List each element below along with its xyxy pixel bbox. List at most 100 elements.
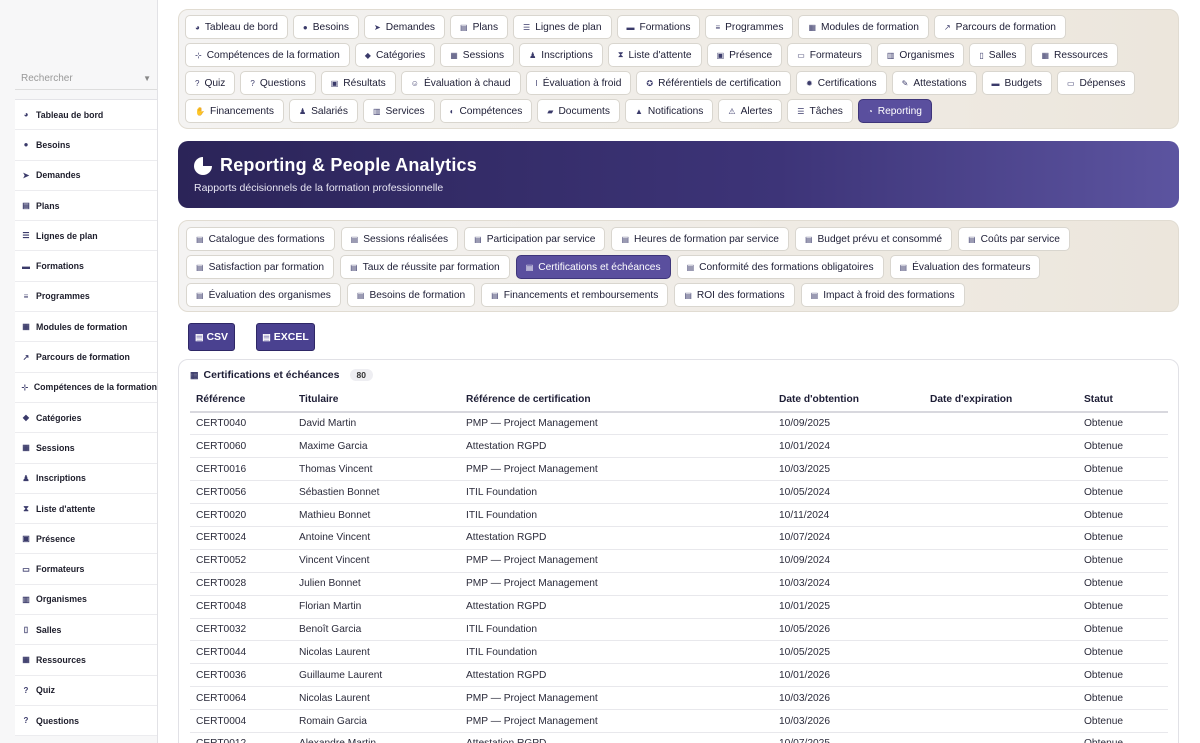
sidebar-item-organismes[interactable]: ▥ Organismes — [15, 585, 157, 616]
table-row[interactable]: CERT0044 Nicolas Laurent ITIL Foundation 10… — [190, 640, 1168, 665]
nav-item-salles[interactable]: ▯ Salles — [969, 43, 1027, 67]
nav-item-ressources[interactable]: ▦ Ressources — [1031, 43, 1118, 67]
table-row[interactable]: CERT0016 Thomas Vincent PMP — Project Mana… — [190, 457, 1168, 482]
report-tab-financements-et-remboursements[interactable]: ▤ Financements et remboursements — [481, 283, 669, 307]
sidebar-item-plans[interactable]: ▤ Plans — [15, 191, 157, 222]
sidebar-item-modules-de-formation[interactable]: ▦ Modules de formation — [15, 312, 157, 343]
sidebar-item-inscriptions[interactable]: ♟ Inscriptions — [15, 464, 157, 494]
column-header-reference[interactable]: Référence — [190, 388, 293, 413]
column-header-statut[interactable]: Statut — [1078, 388, 1168, 413]
sidebar-item-liste-d-attente[interactable]: ⧗ Liste d'attente — [15, 494, 157, 525]
column-header-reference-de-certification[interactable]: Référence de certification — [460, 388, 773, 413]
column-header-date-d-expiration[interactable]: Date d'expiration — [924, 388, 1078, 413]
table-row[interactable]: CERT0052 Vincent Vincent PMP — Project Man… — [190, 549, 1168, 573]
nav-item-salaries[interactable]: ♟ Salariés — [288, 99, 358, 123]
report-tab-evaluation-des-organismes[interactable]: ▤ Évaluation des organismes — [186, 283, 341, 307]
nav-item-inscriptions[interactable]: ♟ Inscriptions — [519, 43, 603, 67]
column-header-date-d-obtention[interactable]: Date d'obtention — [773, 388, 924, 413]
nav-item-organismes[interactable]: ▥ Organismes — [876, 43, 965, 67]
report-tab-besoins-de-formation[interactable]: ▤ Besoins de formation — [346, 283, 476, 307]
nav-item-attestations[interactable]: ✎ Attestations — [891, 71, 977, 95]
nav-item-resultats[interactable]: ▣ Résultats — [320, 71, 396, 95]
nav-item-budgets[interactable]: ▬ Budgets — [981, 71, 1052, 95]
nav-item-liste-d-attente[interactable]: ⧗ Liste d'attente — [607, 43, 702, 67]
sidebar-item-formateurs[interactable]: ▭ Formateurs — [15, 554, 157, 585]
sidebar-item-besoins[interactable]: ● Besoins — [15, 130, 157, 161]
table-row[interactable]: CERT0040 David Martin PMP — Project Manage… — [190, 412, 1168, 436]
export-excel-button[interactable]: ▤ EXCEL — [256, 323, 315, 351]
nav-item-services[interactable]: ▥ Services — [362, 99, 435, 123]
nav-item-categories[interactable]: ◆ Catégories — [354, 43, 436, 67]
report-tab-catalogue-des-formations[interactable]: ▤ Catalogue des formations — [186, 227, 335, 251]
report-tab-satisfaction-par-formation[interactable]: ▤ Satisfaction par formation — [186, 255, 335, 279]
nav-item-competences-de-la-formation[interactable]: ⊹ Compétences de la formation — [185, 43, 350, 67]
nav-item-tableau-de-bord[interactable]: ◕ Tableau de bord — [185, 15, 288, 39]
report-tab-impact-a-froid-des-formations[interactable]: ▤ Impact à froid des formations — [800, 283, 965, 307]
column-header-titulaire[interactable]: Titulaire — [293, 388, 460, 413]
nav-item-notifications[interactable]: ▲ Notifications — [624, 99, 714, 123]
table-row[interactable]: CERT0060 Maxime Garcia Attestation RGPD 10/… — [190, 434, 1168, 459]
sidebar-search-select[interactable]: Rechercher ▼ — [15, 68, 157, 90]
report-tab-evaluation-des-formateurs[interactable]: ▤ Évaluation des formateurs — [889, 255, 1041, 279]
report-tab-budget-prevu-et-consomme[interactable]: ▤ Budget prévu et consommé — [794, 227, 953, 251]
table-row[interactable]: CERT0064 Nicolas Laurent PMP — Project Man… — [190, 686, 1168, 711]
sidebar-item-tableau-de-bord[interactable]: ◕ Tableau de bord — [15, 100, 157, 131]
report-tab-roi-des-formations[interactable]: ▤ ROI des formations — [674, 283, 795, 307]
nav-item-demandes[interactable]: ➤ Demandes — [364, 15, 445, 39]
nav-item-questions[interactable]: ? Questions — [240, 71, 316, 95]
nav-item-parcours-de-formation[interactable]: ↗ Parcours de formation — [933, 15, 1066, 39]
table-row[interactable]: CERT0020 Mathieu Bonnet ITIL Foundation 10/… — [190, 503, 1168, 527]
table-row[interactable]: CERT0032 Benoît Garcia ITIL Foundation 10/0… — [190, 618, 1168, 642]
sidebar-item-presence[interactable]: ▣ Présence — [15, 524, 157, 555]
table-row[interactable]: CERT0036 Guillaume Laurent Attestation RGP… — [190, 663, 1168, 688]
nav-item-documents[interactable]: ▰ Documents — [537, 99, 620, 123]
report-tab-heures-de-formation-par-service[interactable]: ▤ Heures de formation par service — [611, 227, 789, 251]
nav-item-plans[interactable]: ▤ Plans — [450, 15, 509, 39]
nav-item-evaluation-a-chaud[interactable]: ☺ Évaluation à chaud — [400, 71, 521, 95]
report-tab-couts-par-service[interactable]: ▤ Coûts par service — [958, 227, 1070, 251]
nav-item-competences[interactable]: ◐ Compétences — [439, 99, 533, 123]
sidebar-item-demandes[interactable]: ➤ Demandes — [15, 161, 157, 191]
table-row[interactable]: CERT0028 Julien Bonnet PMP — Project Manag… — [190, 572, 1168, 596]
table-row[interactable]: CERT0012Alexandre MartinAttestation RGPD… — [190, 732, 1168, 743]
table-row[interactable]: CERT0004 Romain Garcia PMP — Project Manag… — [190, 709, 1168, 733]
report-tab-conformite-des-formations-obligatoires[interactable]: ▤ Conformité des formations obligatoires — [676, 255, 884, 279]
sidebar-item-formations[interactable]: ▬ Formations — [15, 251, 157, 282]
table-cell-titulaire: Nicolas Laurent — [293, 640, 460, 665]
nav-item-reporting[interactable]: ◔ Reporting — [857, 99, 932, 123]
sidebar-item-salles[interactable]: ▯ Salles — [15, 615, 157, 646]
nav-item-financements[interactable]: ✋ Financements — [185, 99, 284, 123]
sidebar-item-quiz[interactable]: ? Quiz — [15, 676, 157, 706]
nav-item-modules-de-formation[interactable]: ▦ Modules de formation — [798, 15, 929, 39]
nav-item-formateurs[interactable]: ▭ Formateurs — [787, 43, 872, 67]
sidebar-item-lignes-de-plan[interactable]: ☰ Lignes de plan — [15, 221, 157, 252]
nav-item-certifications[interactable]: ✹ Certifications — [796, 71, 887, 95]
sidebar-item-ressources[interactable]: ▦ Ressources — [15, 645, 157, 676]
nav-item-alertes[interactable]: ⚠ Alertes — [718, 99, 783, 123]
table-row[interactable]: CERT0048 Florian Martin Attestation RGPD 10… — [190, 595, 1168, 619]
nav-item-presence[interactable]: ▣ Présence — [706, 43, 783, 67]
nav-item-depenses[interactable]: ▭ Dépenses — [1056, 71, 1136, 95]
nav-item-sessions[interactable]: ▦ Sessions — [440, 43, 515, 67]
nav-item-besoins[interactable]: ● Besoins — [292, 15, 360, 39]
nav-item-referentiels-de-certification[interactable]: ✪ Référentiels de certification — [636, 71, 792, 95]
nav-item-taches[interactable]: ☰ Tâches — [787, 99, 853, 123]
sidebar-item-programmes[interactable]: ≡ Programmes — [15, 282, 157, 313]
sidebar-item-categories[interactable]: ◆ Catégories — [15, 403, 157, 434]
sidebar-item-parcours-de-formation[interactable]: ↗ Parcours de formation — [15, 342, 157, 373]
nav-item-quiz[interactable]: ? Quiz — [185, 71, 236, 95]
report-tab-taux-de-reussite-par-formation[interactable]: ▤ Taux de réussite par formation — [340, 255, 510, 279]
sidebar-item-competences-de-la-formation[interactable]: ⊹ Compétences de la formation — [15, 373, 157, 403]
table-row[interactable]: CERT0056 Sébastien Bonnet ITIL Foundation 1… — [190, 480, 1168, 505]
nav-item-evaluation-a-froid[interactable]: ǀ Évaluation à froid — [525, 71, 632, 95]
sidebar-item-sessions[interactable]: ▦ Sessions — [15, 433, 157, 464]
report-tab-certifications-et-echeances[interactable]: ▤ Certifications et échéances — [515, 255, 671, 279]
report-tab-sessions-realisees[interactable]: ▤ Sessions réalisées — [340, 227, 459, 251]
nav-item-lignes-de-plan[interactable]: ☰ Lignes de plan — [513, 15, 612, 39]
nav-item-programmes[interactable]: ≡ Programmes — [705, 15, 794, 39]
report-tab-participation-par-service[interactable]: ▤ Participation par service — [464, 227, 606, 251]
table-row[interactable]: CERT0024 Antoine Vincent Attestation RGPD 1… — [190, 526, 1168, 550]
nav-item-formations[interactable]: ▬ Formations — [616, 15, 701, 39]
sidebar-item-questions[interactable]: ? Questions — [15, 706, 157, 737]
export-csv-button[interactable]: ▤ CSV — [188, 323, 235, 351]
